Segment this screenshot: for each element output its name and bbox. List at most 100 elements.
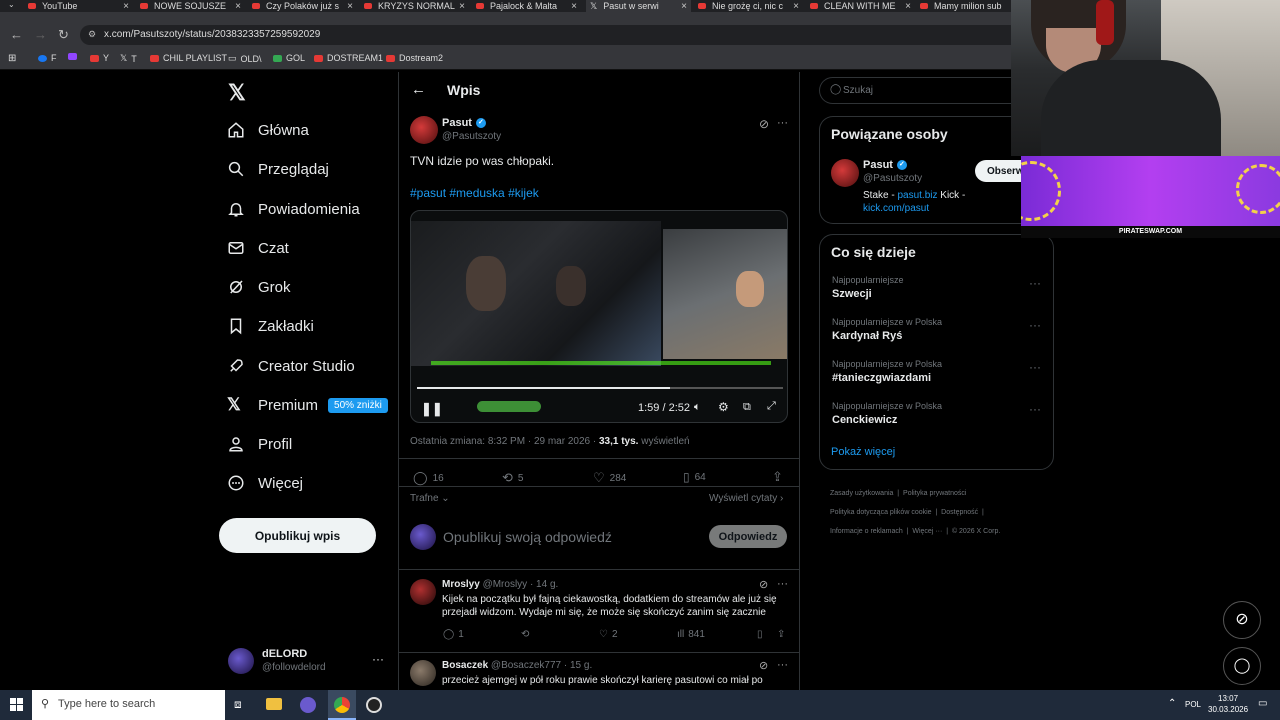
language-indicator[interactable]: POL	[1185, 700, 1201, 709]
bookmark-item[interactable]: GOL	[273, 53, 305, 63]
footer-link[interactable]: Zasady użytkowania	[830, 490, 893, 497]
show-more-link[interactable]: Pokaż więcej	[831, 446, 895, 458]
bookmark-item[interactable]: CHIL PLAYLIST	[150, 53, 227, 63]
more-icon[interactable]: ···	[1029, 402, 1041, 416]
site-info-icon[interactable]: ⚙	[88, 29, 96, 40]
fullscreen-icon[interactable]: ⤢	[767, 400, 776, 413]
close-icon[interactable]: ×	[459, 1, 465, 12]
bookmark-item[interactable]: Y	[90, 53, 109, 63]
footer-link[interactable]: Informacje o reklamach	[830, 528, 903, 535]
footer-link[interactable]: Polityka prywatności	[903, 490, 966, 497]
author-name-row[interactable]: Pasut ✓	[442, 117, 486, 129]
close-icon[interactable]: ×	[681, 1, 687, 12]
bookmark-item[interactable]: DOSTREAM1	[314, 53, 383, 63]
grok-floating-button[interactable]: ⊘	[1223, 601, 1261, 639]
bookmark-item[interactable]: 𝕏T	[120, 53, 137, 64]
trend-item[interactable]: Najpopularniejsze w Polska #tanieczgwiazd…	[832, 359, 942, 384]
volume-icon[interactable]: 🔈︎	[694, 401, 701, 414]
more-icon[interactable]: ···	[1029, 360, 1041, 374]
nav-notifications[interactable]: Powiadomienia	[227, 200, 360, 218]
more-icon[interactable]: ···	[1029, 276, 1041, 290]
browser-tab-active[interactable]: 𝕏 Pasut w serwi ×	[586, 0, 691, 12]
trend-item[interactable]: Najpopularniejsze w Polska Kardynał Ryś	[832, 317, 942, 342]
close-icon[interactable]: ×	[347, 1, 353, 12]
bookmark-folder[interactable]: ▭ OLD\	[228, 53, 262, 64]
reply-button[interactable]: ◯ 16	[413, 470, 444, 486]
reload-icon[interactable]: ↻	[58, 27, 69, 43]
repost-button[interactable]: ⟲ 5	[502, 470, 523, 486]
bookmark-icon[interactable]: ▯	[757, 629, 763, 640]
chrome-icon[interactable]	[328, 690, 356, 720]
pip-icon[interactable]: ⧉	[743, 401, 751, 414]
more-icon[interactable]: ···	[777, 117, 788, 129]
like-button[interactable]: ♡ 2	[599, 629, 618, 640]
nav-more[interactable]: Więcej	[227, 474, 303, 492]
grok-icon[interactable]: ⊘	[759, 578, 768, 591]
footer-link[interactable]: Dostępność	[941, 509, 978, 516]
close-icon[interactable]: ×	[793, 1, 799, 12]
browser-tab[interactable]: CLEAN WITH ME ×	[810, 0, 915, 12]
avatar[interactable]	[831, 159, 859, 187]
bookmark-item[interactable]: Dostream2	[386, 53, 443, 63]
reply-input[interactable]: Opublikuj swoją odpowiedź	[443, 529, 612, 545]
reply-author[interactable]: Bosaczek	[442, 660, 488, 671]
taskbar-search[interactable]: ⚲ Type here to search	[32, 690, 225, 720]
apps-grid-icon[interactable]: ⊞	[8, 53, 16, 64]
bio-link[interactable]: kick.com/pasut	[863, 203, 929, 214]
close-icon[interactable]: ×	[123, 1, 129, 12]
more-icon[interactable]: ···	[777, 659, 788, 671]
pause-icon[interactable]: ❚❚	[421, 401, 443, 417]
sort-dropdown[interactable]: Trafne ⌄	[410, 493, 450, 504]
close-icon[interactable]: ×	[571, 1, 577, 12]
author-handle[interactable]: @Pasutszoty	[442, 131, 501, 142]
reply-submit-button[interactable]: Odpowiedz	[709, 525, 787, 548]
bio-link[interactable]: pasut.biz	[897, 190, 937, 201]
nav-profile[interactable]: Profil	[227, 435, 292, 453]
more-icon[interactable]: ···	[1029, 318, 1041, 332]
trend-item[interactable]: Najpopularniejsze Szwecji	[832, 275, 904, 300]
avatar[interactable]	[410, 660, 436, 686]
post-hashtags[interactable]: #pasut #meduska #kijek	[410, 186, 539, 200]
bookmark-item[interactable]	[68, 53, 81, 60]
video-player[interactable]: ❚❚ 1:59 / 2:52 🔈︎ ⚙ ⧉ ⤢	[410, 210, 788, 423]
reply-author[interactable]: Mroslyy	[442, 579, 480, 590]
views-button[interactable]: ıll 841	[677, 629, 705, 640]
footer-link[interactable]: Polityka dotycząca plików cookie	[830, 509, 932, 516]
close-icon[interactable]: ×	[235, 1, 241, 12]
browser-tab[interactable]: Mamy milion sub	[920, 0, 1015, 12]
reply-button[interactable]: ◯ 1	[443, 629, 464, 640]
view-quotes-link[interactable]: Wyświetl cytaty ›	[709, 493, 783, 504]
task-view-icon[interactable]: ⧈	[234, 697, 242, 712]
related-name-row[interactable]: Pasut ✓	[863, 159, 907, 171]
back-icon[interactable]: ←	[10, 27, 23, 42]
nav-explore[interactable]: Przeglądaj	[227, 160, 329, 178]
like-button[interactable]: ♡ 284	[593, 470, 626, 486]
nav-grok[interactable]: Grok	[227, 278, 291, 296]
avatar[interactable]	[410, 579, 436, 605]
forward-icon[interactable]: →	[34, 27, 47, 42]
share-icon[interactable]: ⇪	[772, 469, 783, 485]
bookmark-button[interactable]: ▯ 64	[683, 470, 706, 484]
footer-link[interactable]: Więcej ···	[912, 528, 942, 535]
repost-button[interactable]: ⟲	[521, 629, 529, 640]
more-icon[interactable]: ···	[372, 652, 384, 666]
browser-tab[interactable]: YouTube ×	[28, 0, 133, 12]
browser-tab[interactable]: Pajalock & Malta ×	[476, 0, 581, 12]
url-field[interactable]: ⚙ x.com/Pasutszoty/status/20383233572595…	[80, 25, 1020, 45]
video-progress-track[interactable]	[417, 387, 783, 389]
tray-chevron-icon[interactable]: ⌃	[1168, 698, 1176, 709]
share-icon[interactable]: ⇪	[777, 629, 785, 640]
close-icon[interactable]: ×	[905, 1, 911, 12]
account-switcher[interactable]: dELORD @followdelord ···	[228, 646, 388, 678]
publish-post-button[interactable]: Opublikuj wpis	[219, 518, 376, 553]
notifications-icon[interactable]: ▭	[1258, 698, 1267, 709]
browser-tab[interactable]: Nie grożę ci, nic c ×	[698, 0, 803, 12]
back-arrow-icon[interactable]: ←	[411, 81, 426, 98]
nav-premium[interactable]: 𝕏 Premium 50% zniżki	[227, 396, 388, 414]
grok-icon[interactable]: ⊘	[759, 659, 768, 672]
app-icon[interactable]	[300, 697, 316, 713]
nav-chat[interactable]: Czat	[227, 239, 289, 257]
settings-gear-icon[interactable]: ⚙	[718, 400, 729, 414]
browser-tab[interactable]: NOWE SOJUSZE ×	[140, 0, 245, 12]
nav-bookmarks[interactable]: Zakładki	[227, 317, 314, 335]
